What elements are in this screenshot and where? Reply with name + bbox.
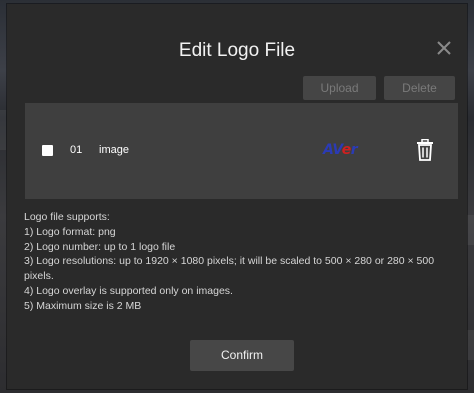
- background-element: [466, 215, 474, 245]
- close-icon[interactable]: [434, 38, 454, 58]
- requirement-line: 3) Logo resolutions: up to 1920 × 1080 p…: [24, 255, 435, 283]
- trash-icon[interactable]: [416, 139, 434, 161]
- requirement-line: 5) Maximum size is 2 MB: [24, 299, 142, 312]
- background-element: [466, 330, 474, 360]
- file-number: 01: [70, 144, 83, 156]
- list-item: 01 image AVer: [25, 133, 458, 169]
- logo-requirements: Logo file supports: 1) Logo format: png …: [24, 210, 464, 314]
- upload-button[interactable]: Upload: [303, 76, 376, 100]
- file-name: image: [99, 144, 129, 156]
- requirement-line: 2) Logo number: up to 1 logo file: [24, 240, 176, 253]
- delete-button[interactable]: Delete: [384, 76, 455, 100]
- aver-logo-thumbnail: AVer: [323, 142, 358, 158]
- select-checkbox[interactable]: [42, 145, 53, 156]
- confirm-button[interactable]: Confirm: [190, 340, 294, 371]
- requirements-heading: Logo file supports:: [24, 211, 110, 223]
- requirement-line: 1) Logo format: png: [24, 225, 116, 238]
- background-element: [0, 110, 6, 150]
- logo-file-list: 01 image AVer: [25, 103, 458, 199]
- dialog-title: Edit Logo File: [178, 40, 296, 61]
- edit-logo-dialog: Edit Logo File Upload Delete 01 image AV…: [7, 4, 467, 389]
- requirement-line: 4) Logo overlay is supported only on ima…: [24, 284, 233, 297]
